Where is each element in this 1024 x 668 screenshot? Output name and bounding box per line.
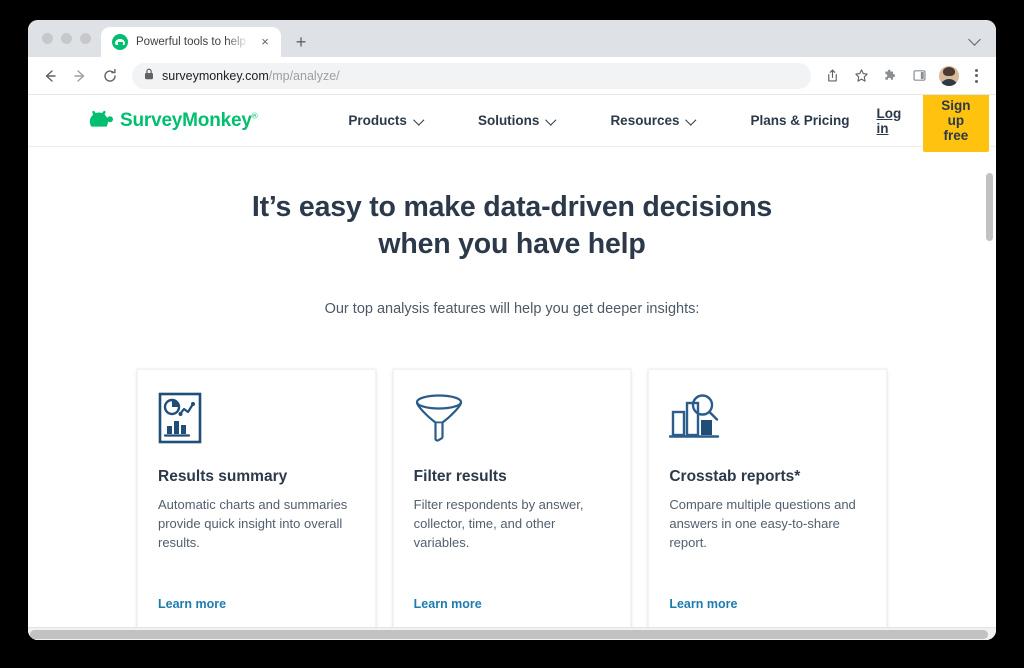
close-tab-button[interactable]: × (257, 34, 273, 50)
nav-item-label: Plans & Pricing (750, 113, 850, 128)
minimize-window-button[interactable] (61, 33, 72, 44)
registered-mark: ® (251, 111, 258, 121)
card-description: Compare multiple questions and answers i… (669, 497, 856, 550)
login-link[interactable]: Log in (877, 106, 902, 136)
learn-more-link[interactable]: Learn more (414, 597, 611, 611)
chevron-down-icon (414, 116, 424, 126)
feature-card-filter-results[interactable]: Filter results Filter respondents by ans… (392, 369, 632, 635)
browser-toolbar: surveymonkey.com/mp/analyze/ (28, 57, 996, 95)
bar-chart-magnifier-icon (669, 392, 866, 450)
browser-tab-strip: Powerful tools to help you anal × + (28, 20, 996, 57)
card-description: Automatic charts and summaries provide q… (158, 497, 348, 550)
close-window-button[interactable] (42, 33, 53, 44)
three-dot-menu-icon[interactable] (966, 63, 986, 89)
nav-item-label: Resources (610, 113, 680, 128)
nav-item-products[interactable]: Products (321, 113, 451, 128)
window-controls (38, 20, 101, 57)
chevron-down-icon[interactable] (969, 35, 982, 43)
logo-wordmark: SurveyMonkey® (120, 109, 258, 131)
nav-account-actions: Log in Sign up free (877, 95, 989, 152)
forward-arrow-icon[interactable] (66, 62, 94, 90)
surveymonkey-logo[interactable]: SurveyMonkey® (88, 108, 258, 133)
sign-up-free-button[interactable]: Sign up free (923, 95, 989, 152)
tab-title: Powerful tools to help you anal (136, 36, 249, 48)
card-description: Filter respondents by answer, collector,… (413, 497, 584, 550)
page-title: It’s easy to make data-driven decisions … (88, 189, 936, 263)
site-navigation-bar: SurveyMonkey® Products Solutions Resourc… (28, 95, 996, 152)
back-arrow-icon[interactable] (36, 62, 64, 90)
nav-item-label: Solutions (477, 113, 540, 128)
learn-more-link[interactable]: Learn more (158, 597, 355, 611)
card-title: Results summary (158, 468, 288, 486)
headline-line-1: It’s easy to make data-driven decisions (251, 191, 773, 223)
learn-more-link[interactable]: Learn more (669, 597, 866, 611)
url-domain: surveymonkey.com (162, 68, 269, 83)
monkey-logo-icon (88, 108, 114, 133)
maximize-window-button[interactable] (80, 33, 91, 44)
feature-card-crosstab-reports[interactable]: Crosstab reports* Compare multiple quest… (648, 369, 888, 635)
nav-item-label: Products (348, 113, 407, 128)
horizontal-scrollbar-thumb[interactable] (30, 630, 988, 639)
chevron-down-icon (686, 116, 696, 126)
nav-item-resources[interactable]: Resources (583, 113, 723, 128)
nav-item-solutions[interactable]: Solutions (451, 113, 584, 128)
page-subtitle: Our top analysis features will help you … (324, 301, 700, 318)
lock-icon (144, 67, 154, 85)
card-title: Filter results (413, 468, 507, 486)
puzzle-piece-icon[interactable] (877, 63, 903, 89)
card-title: Crosstab reports* (669, 468, 801, 486)
results-summary-report-icon (158, 392, 355, 450)
new-tab-button[interactable]: + (287, 28, 315, 56)
surveymonkey-favicon (112, 34, 128, 50)
address-bar[interactable]: surveymonkey.com/mp/analyze/ (132, 62, 811, 89)
funnel-filter-icon (414, 392, 611, 450)
browser-tab[interactable]: Powerful tools to help you anal × (101, 27, 281, 57)
profile-avatar[interactable] (939, 65, 959, 86)
headline-line-2: when you have help (378, 228, 646, 261)
toolbar-icons (819, 63, 986, 89)
browser-window: Powerful tools to help you anal × + (28, 20, 996, 640)
share-icon[interactable] (819, 63, 845, 89)
horizontal-scrollbar-track[interactable] (28, 627, 996, 640)
page-viewport: SurveyMonkey® Products Solutions Resourc… (28, 95, 996, 640)
vertical-scrollbar-thumb[interactable] (986, 173, 993, 241)
primary-nav-links: Products Solutions Resources Plans & Pri… (321, 113, 876, 128)
star-icon[interactable] (848, 63, 874, 89)
tab-strip-right (969, 20, 996, 57)
reload-icon[interactable] (96, 62, 124, 90)
page-content: It’s easy to make data-driven decisions … (28, 189, 996, 635)
url-text: surveymonkey.com/mp/analyze/ (162, 69, 340, 83)
side-panel-icon[interactable] (906, 63, 932, 89)
nav-item-plans-pricing[interactable]: Plans & Pricing (723, 113, 876, 128)
url-path: /mp/analyze/ (268, 68, 340, 83)
feature-card-list: Results summary Automatic charts and sum… (88, 369, 936, 635)
feature-card-results-summary[interactable]: Results summary Automatic charts and sum… (137, 369, 376, 635)
screen: Powerful tools to help you anal × + (0, 0, 1024, 668)
chevron-down-icon (546, 116, 556, 126)
